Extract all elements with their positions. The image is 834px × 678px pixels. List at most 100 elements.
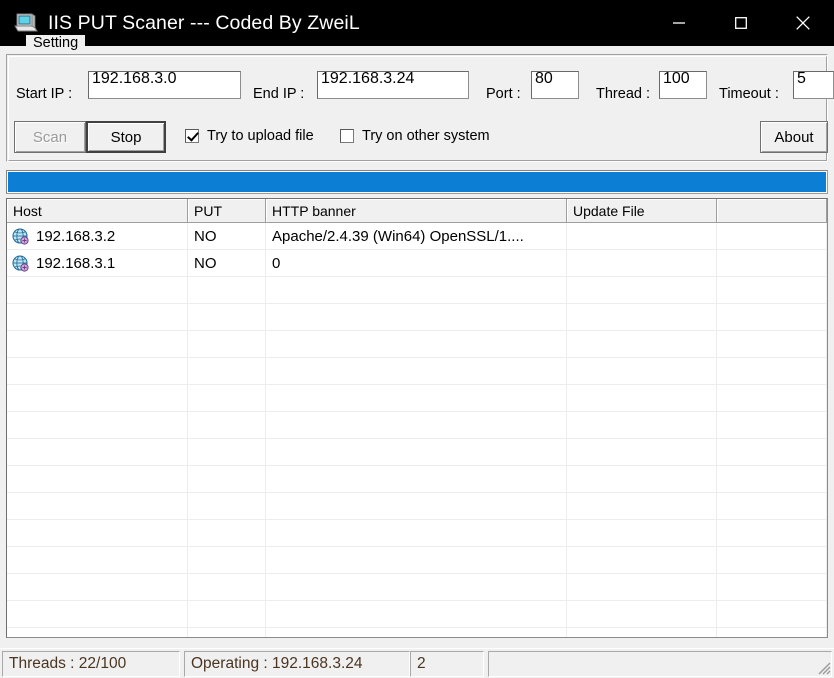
cell-empty — [7, 520, 188, 546]
try-other-system-checkbox[interactable]: Try on other system — [340, 128, 490, 144]
timeout-label: Timeout : — [719, 86, 779, 102]
about-button[interactable]: About — [760, 121, 828, 153]
cell-empty — [188, 439, 266, 465]
column-header-blank[interactable] — [717, 199, 827, 223]
cell-empty — [188, 520, 266, 546]
cell-host-text: 192.168.3.2 — [36, 227, 116, 245]
table-row-empty[interactable] — [7, 601, 827, 628]
cell-empty — [717, 439, 827, 465]
table-row-empty[interactable] — [7, 277, 827, 304]
cell-empty — [7, 358, 188, 384]
table-row[interactable]: 192.168.3.2 NO Apache/2.4.39 (Win64) OpenS… — [7, 223, 827, 250]
maximize-button[interactable] — [710, 0, 772, 46]
scan-button[interactable]: Scan — [14, 121, 86, 153]
results-listview[interactable]: Host PUT HTTP banner Update File 192.168.3.… — [6, 198, 828, 638]
cell-empty — [567, 412, 717, 438]
cell-empty — [266, 547, 567, 573]
globe-icon — [12, 227, 29, 245]
cell-empty — [188, 601, 266, 627]
cell-banner: 0 — [266, 250, 567, 276]
table-row-empty[interactable] — [7, 358, 827, 385]
cell-empty — [717, 277, 827, 303]
cell-empty — [567, 439, 717, 465]
cell-empty — [266, 493, 567, 519]
cell-empty — [567, 520, 717, 546]
thread-value: 100 — [663, 71, 690, 87]
cell-empty — [266, 601, 567, 627]
column-header-put[interactable]: PUT — [188, 199, 266, 223]
minimize-button[interactable] — [648, 0, 710, 46]
status-threads: Threads : 22/100 — [2, 651, 180, 677]
application-window: IIS PUT Scaner --- Coded By ZweiL Settin… — [0, 0, 834, 678]
status-operating: Operating : 192.168.3.24 — [184, 651, 410, 677]
table-row-empty[interactable] — [7, 385, 827, 412]
cell-empty — [266, 574, 567, 600]
computer-icon — [14, 12, 38, 34]
cell-empty — [188, 412, 266, 438]
cell-empty — [717, 547, 827, 573]
port-input[interactable]: 80 — [531, 71, 579, 99]
cell-update_file — [567, 223, 717, 249]
resize-grip-icon[interactable] — [815, 659, 831, 675]
table-row-empty[interactable] — [7, 304, 827, 331]
cell-empty — [717, 493, 827, 519]
cell-put: NO — [188, 250, 266, 276]
try-upload-checkbox[interactable]: Try to upload file — [185, 128, 314, 144]
column-header-http-banner[interactable]: HTTP banner — [266, 199, 567, 223]
scan-progress-fill — [8, 172, 826, 192]
cell-empty — [717, 574, 827, 600]
table-row-empty[interactable] — [7, 412, 827, 439]
cell-empty — [7, 601, 188, 627]
cell-empty — [7, 331, 188, 357]
cell-extra — [717, 223, 827, 249]
cell-extra — [717, 250, 827, 276]
table-row[interactable]: 192.168.3.1 NO 0 — [7, 250, 827, 277]
status-bar: Threads : 22/100 Operating : 192.168.3.2… — [0, 648, 834, 678]
cell-empty — [7, 547, 188, 573]
table-row-empty[interactable] — [7, 628, 827, 637]
table-row-empty[interactable] — [7, 520, 827, 547]
cell-empty — [266, 385, 567, 411]
cell-empty — [266, 466, 567, 492]
cell-empty — [188, 466, 266, 492]
end-ip-input[interactable]: 192.168.3.24 — [317, 71, 469, 99]
cell-empty — [717, 304, 827, 330]
table-row-empty[interactable] — [7, 547, 827, 574]
cell-empty — [567, 628, 717, 637]
table-row-empty[interactable] — [7, 466, 827, 493]
table-row-empty[interactable] — [7, 331, 827, 358]
try-other-system-checkbox-box — [340, 129, 354, 143]
cell-banner: Apache/2.4.39 (Win64) OpenSSL/1.... — [266, 223, 567, 249]
table-row-empty[interactable] — [7, 493, 827, 520]
column-header-update-file[interactable]: Update File — [567, 199, 717, 223]
timeout-input[interactable]: 5 — [793, 71, 834, 99]
close-button[interactable] — [772, 0, 834, 46]
cell-empty — [7, 493, 188, 519]
cell-empty — [567, 277, 717, 303]
results-header-row: Host PUT HTTP banner Update File — [7, 199, 827, 223]
thread-input[interactable]: 100 — [659, 71, 707, 99]
table-row-empty[interactable] — [7, 574, 827, 601]
stop-button[interactable]: Stop — [86, 121, 166, 153]
cell-empty — [567, 358, 717, 384]
column-header-host[interactable]: Host — [7, 199, 188, 223]
start-ip-label: Start IP : — [16, 86, 73, 102]
table-row-empty[interactable] — [7, 439, 827, 466]
cell-empty — [7, 466, 188, 492]
status-extra — [488, 651, 832, 677]
cell-put: NO — [188, 223, 266, 249]
cell-empty — [266, 520, 567, 546]
window-title: IIS PUT Scaner --- Coded By ZweiL — [48, 11, 360, 34]
cell-empty — [188, 358, 266, 384]
end-ip-value: 192.168.3.24 — [321, 71, 415, 87]
cell-empty — [717, 628, 827, 637]
cell-empty — [717, 466, 827, 492]
globe-icon — [12, 254, 29, 272]
cell-empty — [567, 385, 717, 411]
cell-empty — [188, 385, 266, 411]
cell-empty — [188, 574, 266, 600]
cell-empty — [567, 574, 717, 600]
cell-empty — [188, 304, 266, 330]
start-ip-input[interactable]: 192.168.3.0 — [88, 71, 241, 99]
cell-empty — [717, 412, 827, 438]
